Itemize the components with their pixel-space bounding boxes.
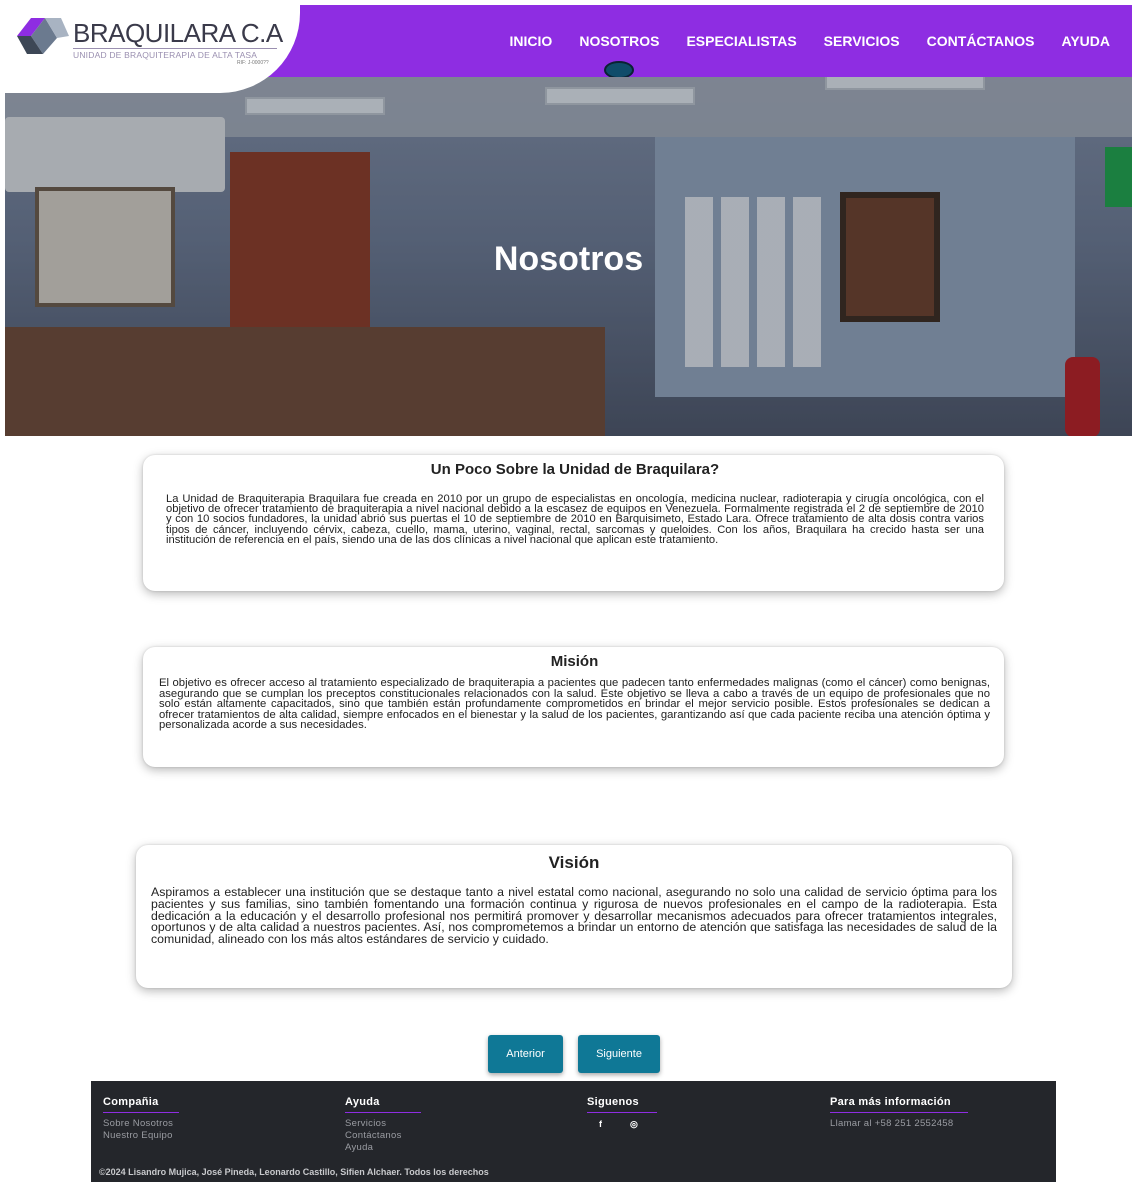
mision-title: Misión	[550, 653, 599, 670]
logo-mark-icon	[17, 18, 69, 54]
instagram-icon[interactable]: ◎	[630, 1119, 638, 1130]
copyright-text: ©2024 Lisandro Mujica, José Pineda, Leon…	[99, 1167, 489, 1177]
nav-item-nosotros-label: NOSOTROS	[579, 33, 660, 49]
footer-link-help[interactable]: Ayuda	[345, 1142, 421, 1154]
nav-item-ayuda[interactable]: AYUDA	[1062, 33, 1111, 49]
nav-item-servicios[interactable]: SERVICIOS	[824, 33, 900, 49]
mision-card: Misión El objetivo es ofrecer acceso al …	[143, 647, 1004, 767]
hero-title: Nosotros	[493, 240, 644, 278]
about-card: Un Poco Sobre la Unidad de Braquilara? L…	[143, 455, 1004, 591]
brand-rif: RIF: J-0000??	[237, 60, 269, 66]
mision-text: El objetivo es ofrecer acceso al tratami…	[159, 677, 990, 732]
facebook-icon[interactable]: f	[599, 1119, 602, 1130]
vision-title: Visión	[548, 853, 600, 872]
site-footer: Compañia Sobre Nosotros Nuestro Equipo A…	[91, 1081, 1056, 1182]
footer-heading-underline	[587, 1112, 657, 1113]
footer-link-about[interactable]: Sobre Nosotros	[103, 1118, 179, 1130]
about-title: Un Poco Sobre la Unidad de Braquilara?	[430, 461, 720, 478]
brand-name: BRAQUILARA C.A	[73, 18, 283, 48]
nav-item-nosotros[interactable]: NOSOTROS	[579, 33, 660, 79]
brand-logo[interactable]: BRAQUILARA C.A UNIDAD DE BRAQUITERAPIA D…	[5, 0, 300, 93]
footer-link-services[interactable]: Servicios	[345, 1118, 421, 1130]
brand-tagline: UNIDAD DE BRAQUITERAPIA DE ALTA TASA	[73, 50, 258, 60]
social-links: f ◎	[587, 1119, 657, 1130]
footer-column-info: Para más información Llamar al +58 251 2…	[830, 1096, 968, 1130]
footer-column-social: Siguenos f ◎	[587, 1096, 657, 1130]
nav-item-inicio[interactable]: INICIO	[510, 33, 553, 49]
footer-heading-social: Siguenos	[587, 1096, 639, 1108]
next-button[interactable]: Siguiente	[578, 1035, 660, 1073]
footer-link-phone[interactable]: Llamar al +58 251 2552458	[830, 1118, 968, 1130]
vision-text: Aspiramos a establecer una institución q…	[151, 885, 997, 947]
footer-heading-info: Para más información	[830, 1096, 951, 1108]
footer-column-company: Compañia Sobre Nosotros Nuestro Equipo	[103, 1096, 179, 1142]
footer-heading-underline	[345, 1112, 421, 1113]
about-text: La Unidad de Braquiterapia Braquilara fu…	[166, 493, 984, 546]
nav-item-contactanos[interactable]: CONTÁCTANOS	[927, 33, 1035, 49]
vision-card: Visión Aspiramos a establecer una instit…	[136, 845, 1012, 988]
previous-button[interactable]: Anterior	[488, 1035, 563, 1073]
footer-heading-underline	[103, 1112, 179, 1113]
main-nav: INICIO NOSOTROS ESPECIALISTAS SERVICIOS …	[510, 5, 1132, 79]
nav-item-especialistas[interactable]: ESPECIALISTAS	[686, 33, 796, 49]
footer-heading-company: Compañia	[103, 1096, 159, 1108]
footer-heading-underline	[830, 1112, 968, 1113]
footer-link-contact[interactable]: Contáctanos	[345, 1130, 421, 1142]
footer-heading-help: Ayuda	[345, 1096, 380, 1108]
hero-banner: Nosotros	[5, 77, 1132, 436]
footer-column-help: Ayuda Servicios Contáctanos Ayuda	[345, 1096, 421, 1154]
brand-divider	[73, 48, 277, 49]
footer-link-team[interactable]: Nuestro Equipo	[103, 1130, 179, 1142]
